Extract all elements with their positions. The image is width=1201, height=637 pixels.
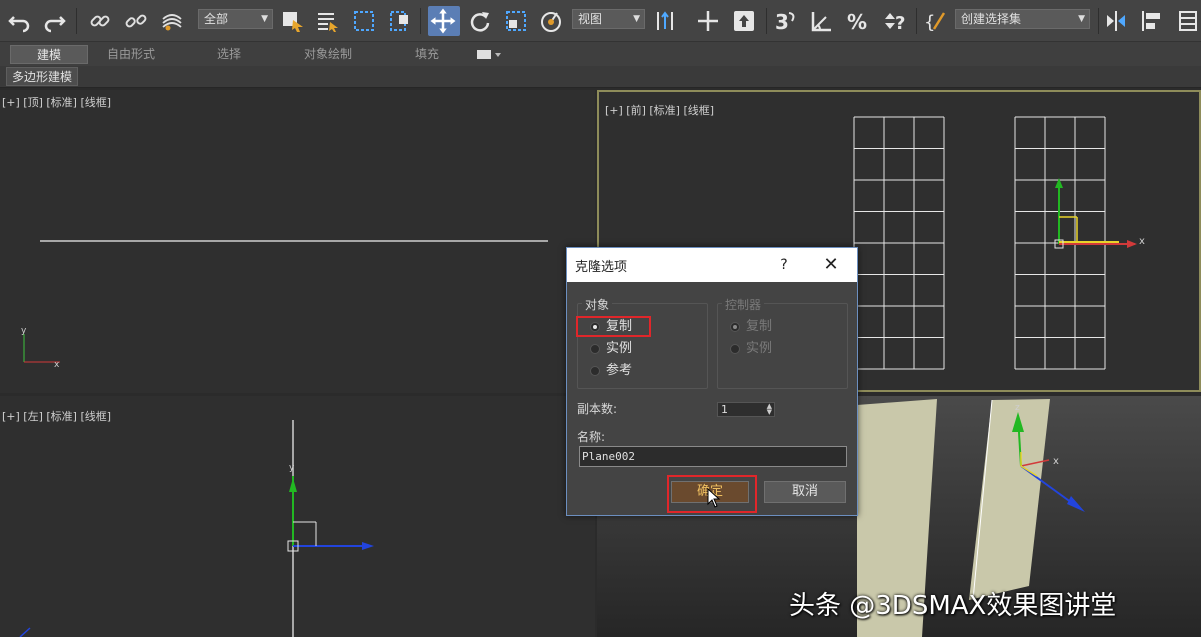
close-button[interactable]: ✕ [819, 253, 843, 277]
watermark: 头条 @3DSMAX效果图讲堂 [789, 591, 1117, 621]
axis-tripod-icon: y x [21, 326, 60, 370]
object-reference-radio[interactable]: 参考 [586, 362, 632, 380]
move-tool-icon[interactable] [428, 6, 460, 36]
keyboard-shortcut-icon[interactable] [732, 9, 756, 33]
select-manipulate-icon[interactable] [696, 9, 720, 33]
named-selection-dropdown[interactable]: 创建选择集 ▼ [955, 9, 1090, 29]
svg-text:{: { [924, 12, 935, 33]
mouse-cursor-icon [707, 488, 721, 508]
copy-highlight-box [576, 316, 651, 337]
copies-spinner[interactable]: 1 ▲ ▼ [717, 402, 775, 417]
clone-options-dialog: 克隆选项 ? ✕ 对象 复制 实例 参考 控制器 复制 实例 副本数: 1 ▲ ▼… [566, 247, 858, 516]
object-instance-radio[interactable]: 实例 [586, 340, 632, 358]
svg-text:x: x [1053, 456, 1059, 467]
move-gizmo-icon: y [19, 463, 374, 637]
controller-instance-radio[interactable]: 实例 [726, 340, 772, 358]
dialog-title: 克隆选项 [575, 260, 628, 275]
main-toolbar: 全部 ▼ 视图 ▼ 3 % ? {创建选择集 ▼ [0, 0, 1201, 42]
svg-text:?: ? [895, 13, 905, 33]
svg-text:y: y [21, 326, 27, 336]
controller-copy-radio[interactable]: 复制 [726, 318, 772, 336]
svg-text:y: y [289, 463, 295, 473]
align-icon[interactable] [1140, 9, 1164, 33]
radio-icon [590, 344, 600, 354]
polygon-modeling-panel[interactable]: 多边形建模 [6, 67, 79, 86]
radio-icon [590, 366, 600, 376]
selection-filter-dropdown[interactable]: 全部 ▼ [198, 9, 273, 29]
redo-icon[interactable] [42, 9, 66, 33]
pivot-center-icon[interactable] [653, 9, 677, 33]
edit-named-selection-icon[interactable]: { [924, 9, 948, 33]
tab-populate[interactable]: 填充 [388, 45, 466, 64]
ribbon-panel-bar: 多边形建模 [0, 66, 1201, 88]
tab-modeling[interactable]: 建模 [10, 45, 88, 64]
viewport-left-scene: y [19, 420, 374, 637]
svg-text:3: 3 [775, 10, 789, 33]
angle-snap-icon[interactable] [810, 9, 834, 33]
name-label: 名称: [577, 430, 606, 444]
snaps-toggle-icon[interactable]: 3 [774, 9, 798, 33]
ribbon-options-icon [477, 50, 501, 59]
object-group-title: 对象 [582, 296, 613, 313]
link-icon[interactable] [88, 9, 112, 33]
viewport-top-scene: y x [21, 240, 548, 370]
select-by-name-icon[interactable] [316, 9, 340, 33]
cancel-button[interactable]: 取消 [764, 481, 846, 503]
bind-spacewarp-icon[interactable] [160, 9, 184, 33]
scale-tool-icon[interactable] [504, 9, 528, 33]
controller-group: 控制器 复制 实例 [717, 296, 848, 389]
radio-icon [730, 344, 740, 354]
reference-coordinate-dropdown[interactable]: 视图 ▼ [572, 9, 645, 29]
plane-grid-left [853, 116, 945, 370]
controller-group-title: 控制器 [722, 296, 765, 313]
ribbon-options-button[interactable] [470, 45, 510, 64]
viewport-top[interactable]: [+] [顶] [标准] [线框] y x [0, 90, 595, 393]
name-input[interactable]: Plane002 [579, 446, 847, 467]
svg-text:x: x [1139, 236, 1145, 247]
svg-text:z: z [1015, 403, 1020, 413]
unlink-icon[interactable] [124, 9, 148, 33]
toolbar-overflow-icon[interactable] [1176, 9, 1197, 33]
help-button[interactable]: ? [772, 253, 796, 277]
percent-snap-icon[interactable]: % [846, 9, 870, 33]
spinner-snap-icon[interactable]: ? [882, 9, 906, 33]
undo-icon[interactable] [8, 9, 32, 33]
copies-label: 副本数: [577, 402, 618, 416]
radio-selected-icon [730, 322, 740, 332]
svg-text:x: x [54, 360, 60, 370]
tab-object-paint[interactable]: 对象绘制 [288, 45, 368, 64]
tab-selection[interactable]: 选择 [190, 45, 268, 64]
spinner-arrows-icon[interactable]: ▲ ▼ [767, 403, 772, 416]
viewport-left[interactable]: [+] [左] [标准] [线框] y [0, 396, 595, 637]
ribbon-tabs: 建模 自由形式 选择 对象绘制 填充 [0, 42, 1201, 66]
dialog-titlebar[interactable]: 克隆选项 ? ✕ [567, 248, 857, 282]
svg-text:%: % [847, 10, 867, 33]
move-gizmo-icon: x [1054, 178, 1145, 249]
select-place-icon[interactable] [540, 9, 564, 33]
select-object-icon[interactable] [281, 9, 305, 33]
mirror-icon[interactable] [1104, 9, 1128, 33]
rect-selection-icon[interactable] [352, 9, 376, 33]
rotate-tool-icon[interactable] [468, 9, 492, 33]
window-crossing-icon[interactable] [388, 9, 412, 33]
tab-freeform[interactable]: 自由形式 [92, 45, 170, 64]
